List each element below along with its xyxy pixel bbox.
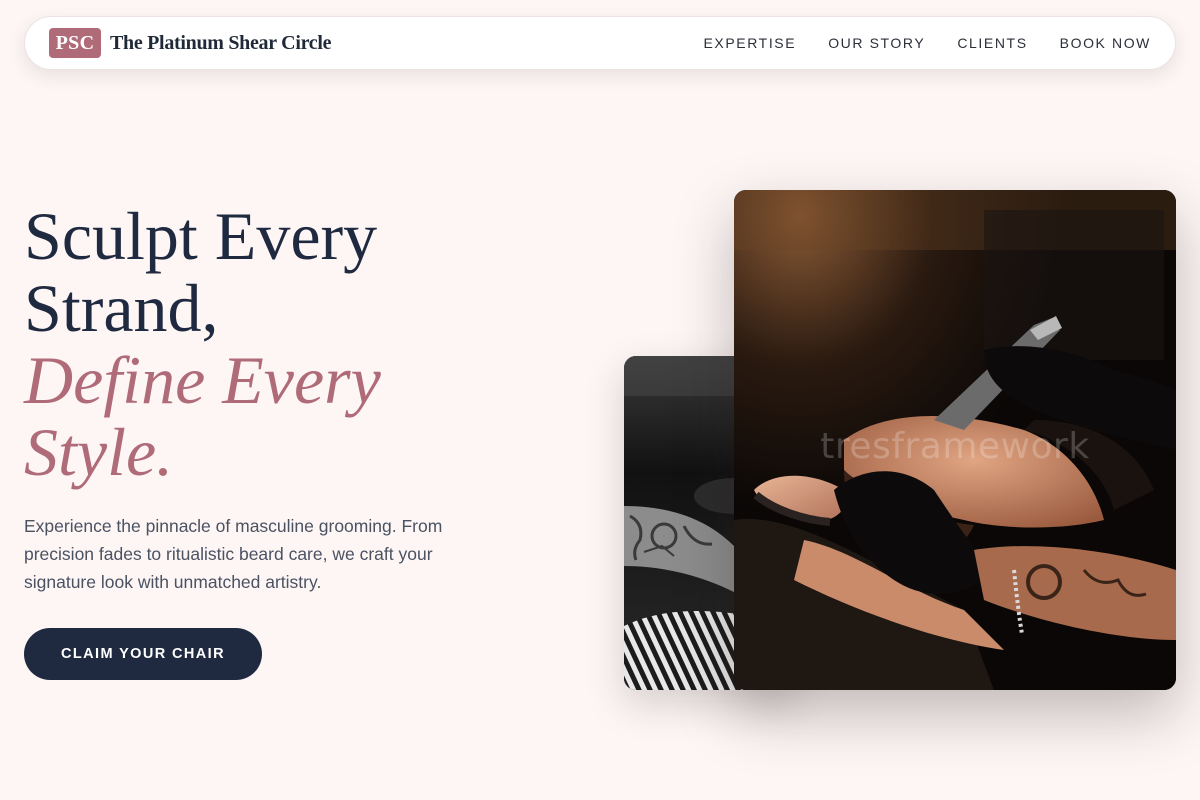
brand-logo-badge: PSC — [49, 28, 101, 58]
razor-shave-photo-illustration — [734, 190, 1176, 690]
nav-link-our-story[interactable]: OUR STORY — [828, 35, 925, 51]
top-navigation-bar: PSC The Platinum Shear Circle EXPERTISE … — [24, 16, 1176, 70]
brand-logo-link[interactable]: PSC The Platinum Shear Circle — [49, 28, 332, 58]
front-photo-razor-shave: tresframework — [734, 190, 1176, 690]
hero-headline-line-1: Sculpt Every — [24, 198, 378, 274]
hero-headline: Sculpt Every Strand, Define Every Style. — [24, 200, 544, 488]
nav-link-clients[interactable]: CLIENTS — [957, 35, 1027, 51]
brand-name: The Platinum Shear Circle — [110, 31, 332, 54]
hero-description: Experience the pinnacle of masculine gro… — [24, 516, 443, 592]
hero-headline-line-2: Strand, — [24, 270, 219, 346]
hero-headline-accent-line-2: Style. — [24, 414, 174, 490]
nav-links: EXPERTISE OUR STORY CLIENTS BOOK NOW — [703, 35, 1151, 51]
nav-link-expertise[interactable]: EXPERTISE — [703, 35, 796, 51]
claim-your-chair-button[interactable]: CLAIM YOUR CHAIR — [24, 628, 262, 680]
nav-link-book-now[interactable]: BOOK NOW — [1060, 35, 1151, 51]
hero-headline-accent-line-1: Define Every — [24, 342, 381, 418]
